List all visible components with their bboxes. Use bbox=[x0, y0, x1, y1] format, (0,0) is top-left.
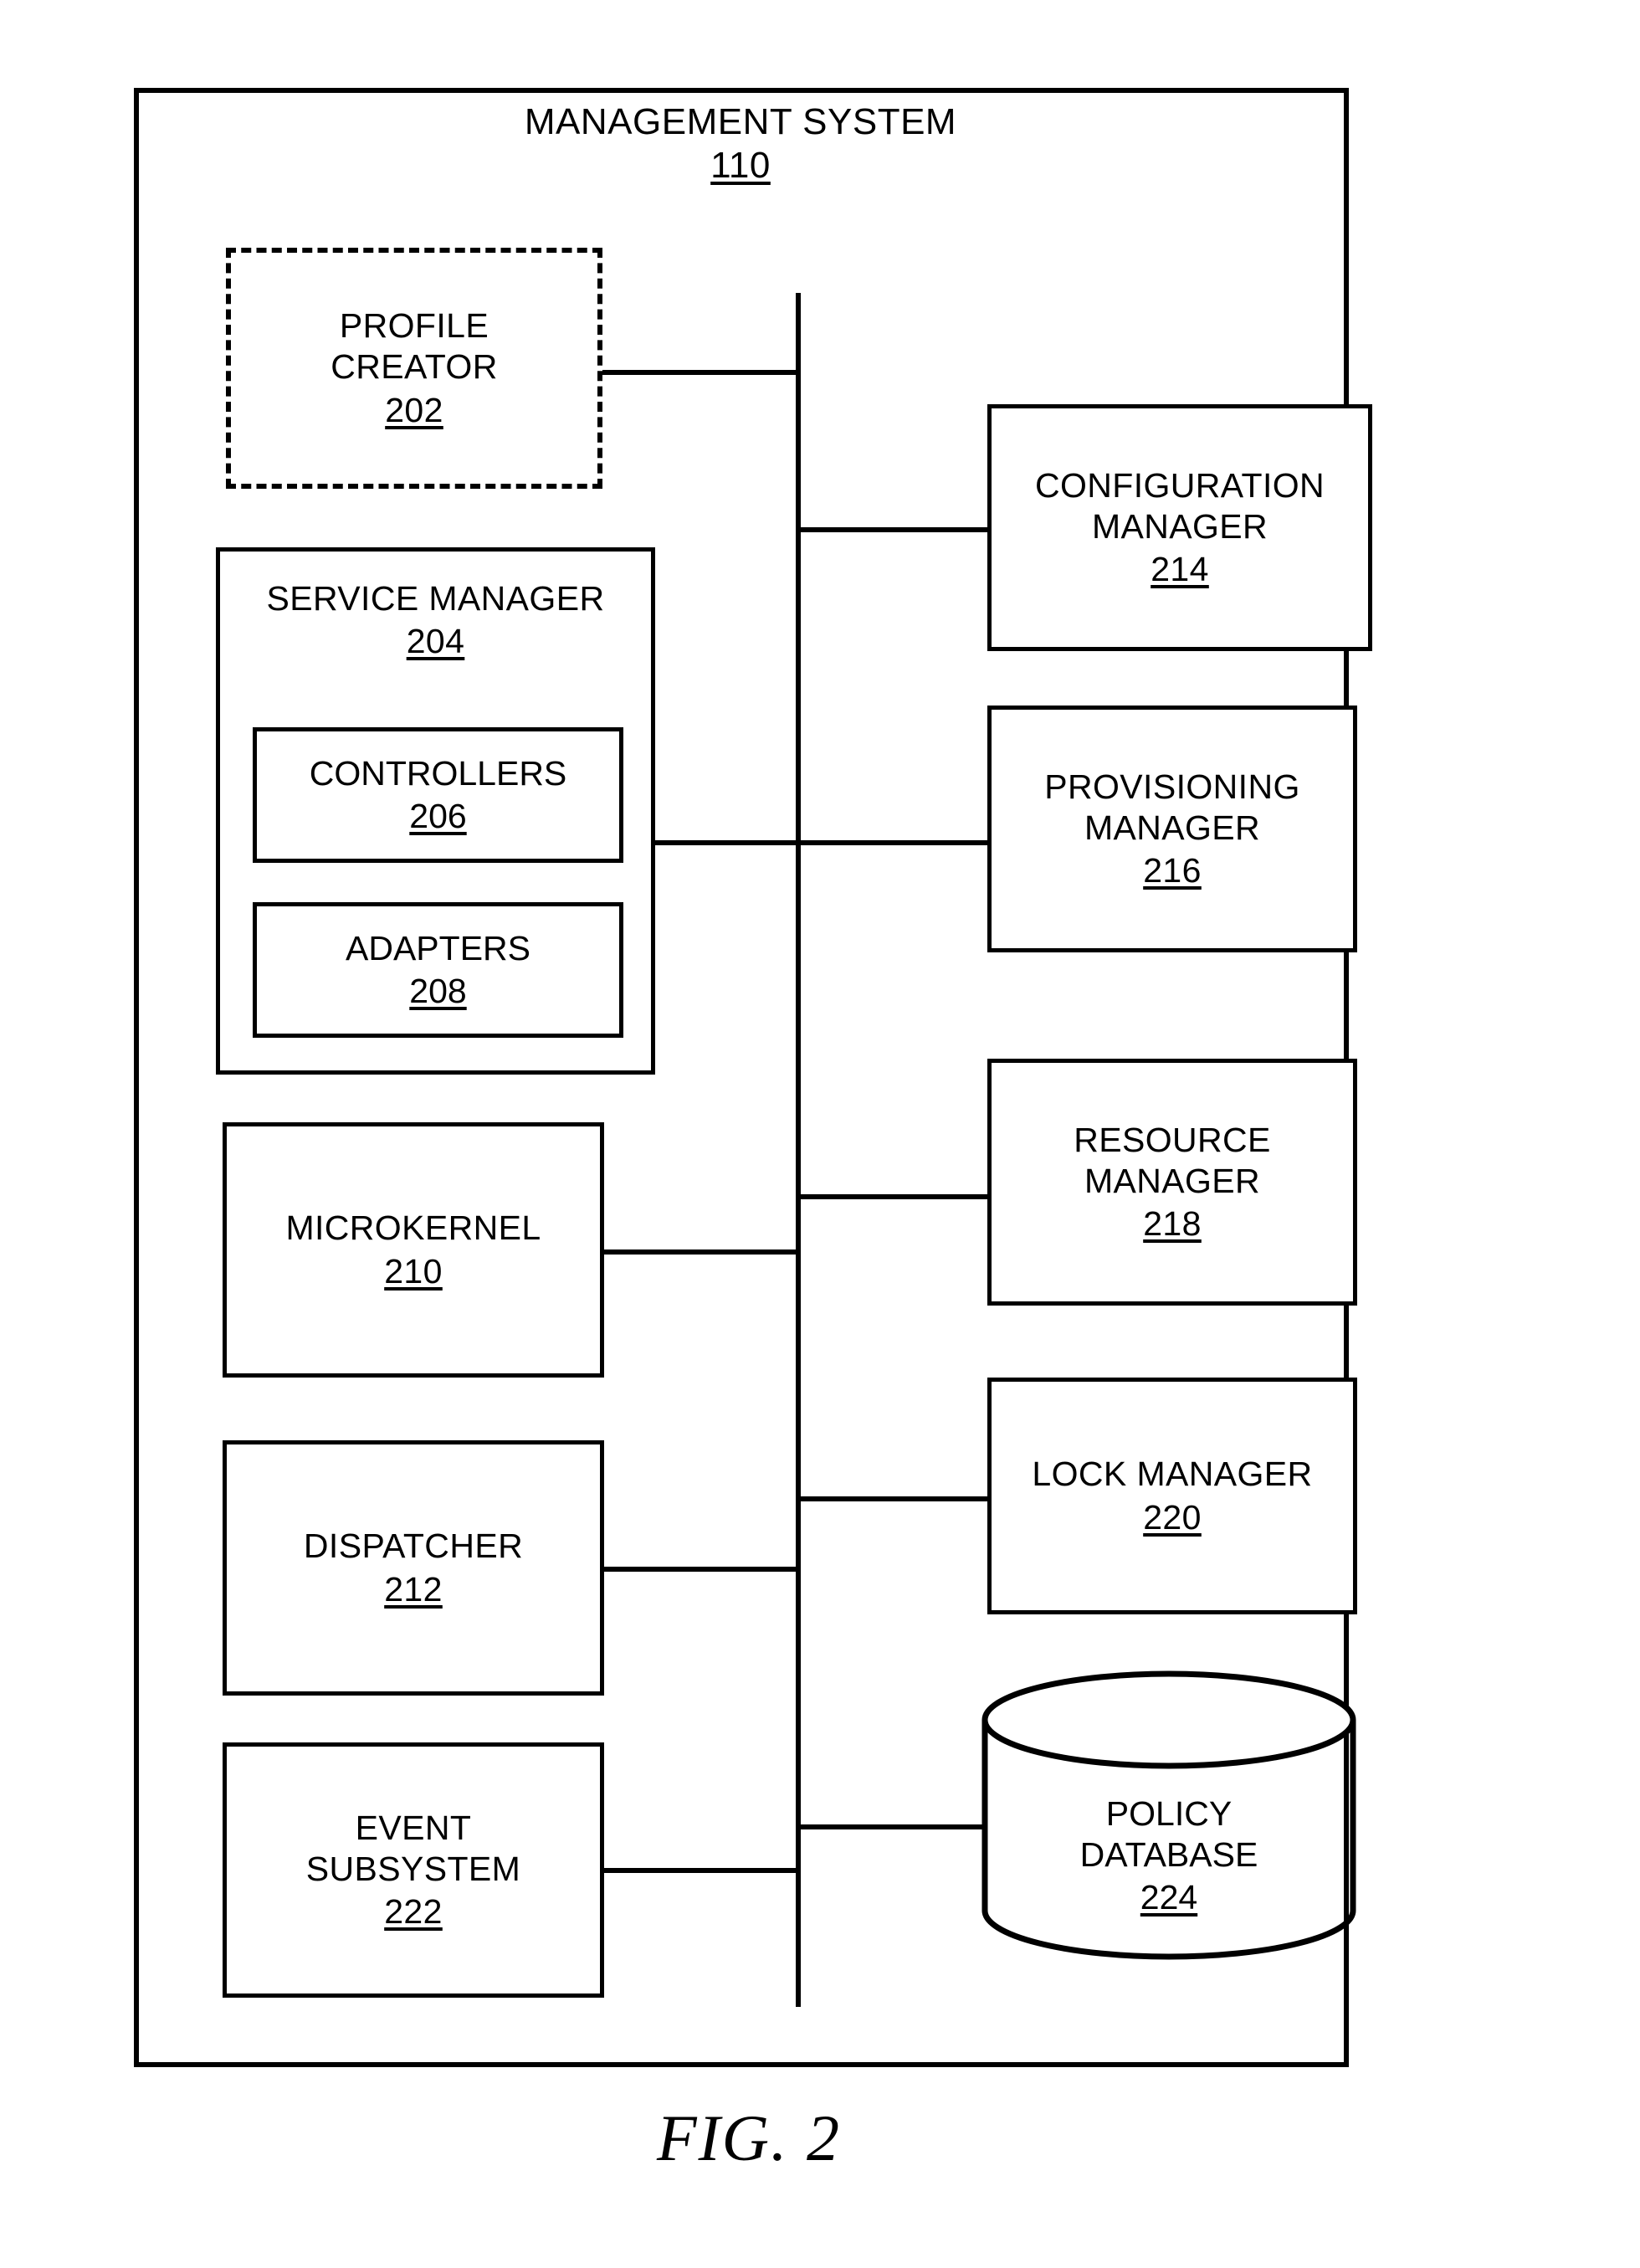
node-configuration-manager-ref: 214 bbox=[1151, 550, 1209, 589]
wire-event-subsystem-to-bus bbox=[601, 1868, 799, 1873]
node-lock-manager-label: LOCK MANAGER bbox=[1032, 1455, 1313, 1494]
node-event-subsystem-label: EVENT SUBSYSTEM bbox=[305, 1808, 521, 1888]
node-policy-database-ref: 224 bbox=[1140, 1878, 1198, 1917]
node-adapters[interactable]: ADAPTERS 208 bbox=[253, 902, 623, 1038]
node-resource-manager-ref: 218 bbox=[1143, 1204, 1202, 1244]
node-controllers-label: CONTROLLERS bbox=[309, 753, 567, 793]
node-dispatcher-ref: 212 bbox=[384, 1569, 443, 1609]
node-provisioning-manager-ref: 216 bbox=[1143, 851, 1202, 890]
node-adapters-ref: 208 bbox=[409, 972, 467, 1010]
wire-bus-to-provisioning-manager bbox=[796, 840, 992, 845]
figure-2-diagram: MANAGEMENT SYSTEM 110 PROFILE CREATOR 20… bbox=[0, 0, 1640, 2268]
wire-bus-to-configuration-manager bbox=[796, 527, 992, 532]
wire-profile-creator-to-bus bbox=[599, 370, 799, 375]
wire-bus-to-lock-manager bbox=[796, 1496, 992, 1501]
node-configuration-manager[interactable]: CONFIGURATION MANAGER 214 bbox=[987, 404, 1372, 651]
wire-bus-to-resource-manager bbox=[796, 1194, 992, 1199]
node-provisioning-manager-label: PROVISIONING MANAGER bbox=[1044, 767, 1300, 847]
node-resource-manager-label: RESOURCE MANAGER bbox=[1074, 1120, 1271, 1200]
node-lock-manager-ref: 220 bbox=[1143, 1497, 1202, 1537]
page-title: MANAGEMENT SYSTEM 110 bbox=[318, 100, 1163, 187]
node-dispatcher[interactable]: DISPATCHER 212 bbox=[223, 1440, 604, 1696]
node-policy-database[interactable]: POLICY DATABASE 224 bbox=[981, 1670, 1357, 1961]
node-microkernel-label: MICROKERNEL bbox=[285, 1208, 541, 1248]
node-resource-manager[interactable]: RESOURCE MANAGER 218 bbox=[987, 1059, 1357, 1306]
node-policy-database-label: POLICY DATABASE bbox=[1079, 1794, 1258, 1875]
node-event-subsystem[interactable]: EVENT SUBSYSTEM 222 bbox=[223, 1742, 604, 1998]
node-lock-manager[interactable]: LOCK MANAGER 220 bbox=[987, 1378, 1357, 1614]
node-profile-creator-label: PROFILE CREATOR bbox=[331, 306, 498, 387]
node-dispatcher-label: DISPATCHER bbox=[303, 1527, 524, 1566]
node-event-subsystem-ref: 222 bbox=[384, 1892, 443, 1932]
system-title-ref: 110 bbox=[710, 144, 771, 186]
node-configuration-manager-label: CONFIGURATION MANAGER bbox=[1034, 465, 1325, 546]
central-bus-line bbox=[796, 293, 801, 2007]
node-microkernel[interactable]: MICROKERNEL 210 bbox=[223, 1122, 604, 1378]
node-controllers-ref: 206 bbox=[409, 797, 467, 835]
node-profile-creator-ref: 202 bbox=[385, 390, 443, 429]
wire-microkernel-to-bus bbox=[601, 1249, 799, 1255]
figure-caption: FIG. 2 bbox=[657, 2101, 841, 2174]
node-profile-creator[interactable]: PROFILE CREATOR 202 bbox=[226, 248, 602, 489]
wire-dispatcher-to-bus bbox=[601, 1567, 799, 1572]
node-microkernel-ref: 210 bbox=[384, 1251, 443, 1291]
node-service-manager-ref: 204 bbox=[406, 622, 465, 661]
node-provisioning-manager[interactable]: PROVISIONING MANAGER 216 bbox=[987, 706, 1357, 952]
node-service-manager-label: SERVICE MANAGER bbox=[266, 579, 605, 618]
wire-service-manager-to-bus bbox=[652, 840, 799, 845]
node-controllers[interactable]: CONTROLLERS 206 bbox=[253, 727, 623, 863]
node-policy-database-text: POLICY DATABASE 224 bbox=[981, 1793, 1357, 1919]
wire-bus-to-policy-database bbox=[796, 1824, 984, 1829]
node-adapters-label: ADAPTERS bbox=[346, 928, 530, 967]
system-title-label: MANAGEMENT SYSTEM bbox=[524, 101, 957, 142]
